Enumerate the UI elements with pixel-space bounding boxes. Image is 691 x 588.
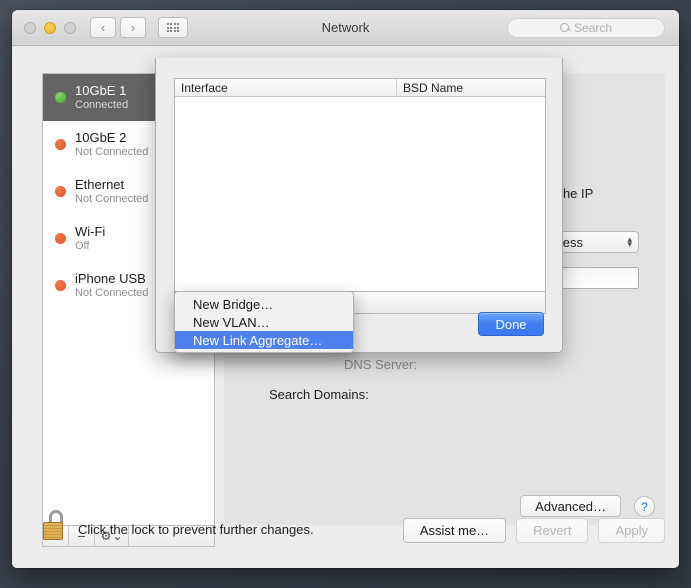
search-domains-label: Search Domains: xyxy=(269,387,369,402)
service-status: Not Connected xyxy=(75,192,149,205)
menu-item-new-vlan[interactable]: New VLAN… xyxy=(175,313,353,331)
column-header-bsd-name[interactable]: BSD Name xyxy=(397,79,545,96)
minimize-button[interactable] xyxy=(44,21,56,34)
interfaces-table[interactable]: Interface BSD Name xyxy=(174,78,546,292)
forward-button[interactable]: › xyxy=(120,17,146,38)
window-bottom-bar: Click the lock to prevent further change… xyxy=(12,498,679,568)
menu-item-new-bridge[interactable]: New Bridge… xyxy=(175,295,353,313)
apply-button: Apply xyxy=(598,518,665,543)
service-status: Not Connected xyxy=(75,145,149,158)
status-dot-connected-icon xyxy=(55,92,66,103)
search-input[interactable]: Search xyxy=(507,17,665,38)
show-all-grid-icon[interactable] xyxy=(158,17,188,38)
menu-item-new-link-aggregate[interactable]: New Link Aggregate… xyxy=(175,331,353,349)
traffic-light-buttons xyxy=(24,21,76,34)
new-interface-popup-menu: New Bridge… New VLAN… New Link Aggregate… xyxy=(174,291,354,353)
revert-button: Revert xyxy=(516,518,589,543)
status-dot-off-icon xyxy=(55,233,66,244)
stepper-icon: ▴ ▾ xyxy=(627,234,632,249)
window-titlebar: ‹ › Network Search xyxy=(12,10,679,46)
column-header-interface[interactable]: Interface xyxy=(175,79,397,96)
close-button[interactable] xyxy=(24,21,36,34)
table-body-empty[interactable] xyxy=(175,97,545,291)
action-button-row: Assist me… Revert Apply xyxy=(402,518,665,543)
navigation-buttons: ‹ › xyxy=(90,17,146,38)
lock-hint-text: Click the lock to prevent further change… xyxy=(78,522,314,537)
done-button[interactable]: Done xyxy=(478,312,544,336)
search-icon xyxy=(559,23,569,32)
dns-server-label: DNS Server: xyxy=(344,357,417,372)
service-name: iPhone USB xyxy=(75,271,146,287)
network-preferences-window: ‹ › Network Search 10GbE 1 Connected 10G… xyxy=(12,10,679,568)
table-header-row: Interface BSD Name xyxy=(175,79,545,97)
status-dot-not-connected-icon xyxy=(55,280,66,291)
service-status: Not Connected xyxy=(75,286,149,299)
zoom-button[interactable] xyxy=(64,21,76,34)
assist-me-button[interactable]: Assist me… xyxy=(402,518,507,543)
service-status: Off xyxy=(75,239,90,252)
service-status: Connected xyxy=(75,98,129,111)
service-name: 10GbE 2 xyxy=(75,130,127,146)
search-placeholder: Search xyxy=(573,20,613,35)
unlocked-padlock-icon[interactable] xyxy=(43,510,69,540)
status-dot-not-connected-icon xyxy=(55,139,66,150)
back-button[interactable]: ‹ xyxy=(90,17,116,38)
service-name: Wi-Fi xyxy=(75,224,106,240)
service-name: 10GbE 1 xyxy=(75,83,127,99)
service-name: Ethernet xyxy=(75,177,125,193)
grid-icon xyxy=(166,22,180,33)
status-dot-not-connected-icon xyxy=(55,186,66,197)
